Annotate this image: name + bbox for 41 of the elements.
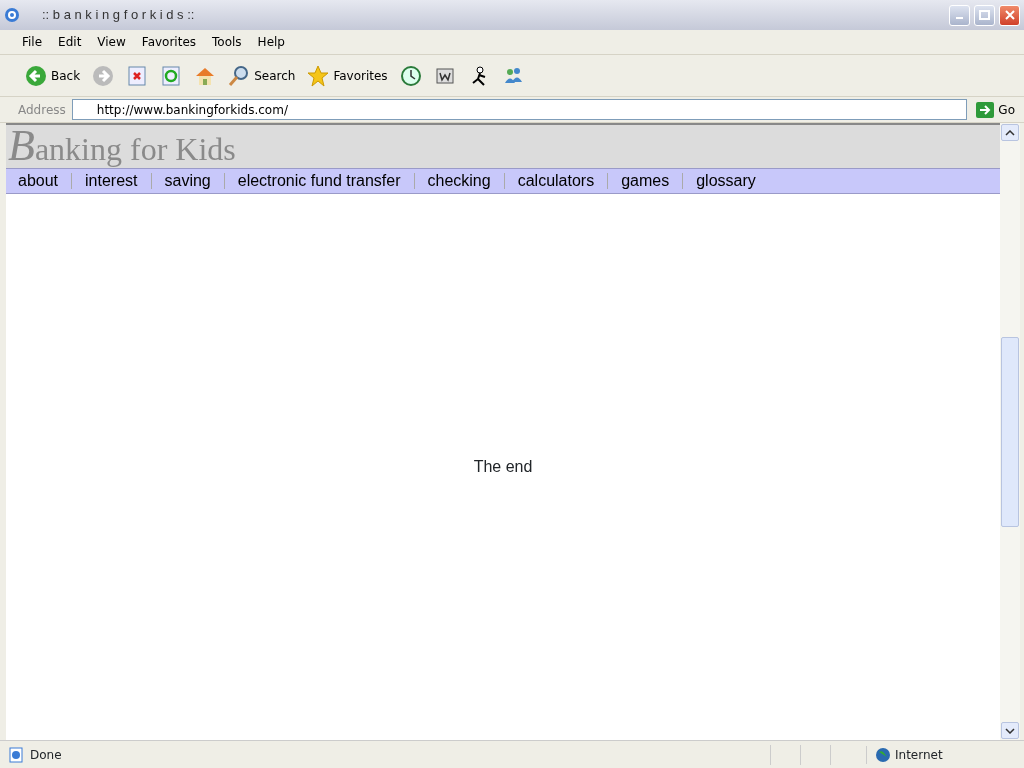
history-clock-icon — [399, 64, 422, 87]
nav-link[interactable]: games — [615, 169, 676, 193]
address-label: Address — [18, 101, 66, 119]
menu-item[interactable]: Favorites — [135, 33, 203, 51]
close-button[interactable] — [999, 4, 1020, 26]
search-icon — [228, 64, 251, 87]
back-button[interactable]: Back — [22, 62, 84, 89]
window-title: :: b a n k i n g f o r k i d s :: — [42, 6, 195, 25]
scrollbar[interactable] — [1000, 123, 1020, 740]
body-text: The end — [473, 457, 533, 477]
nav-link[interactable]: saving — [158, 169, 217, 193]
nav-link[interactable]: about — [12, 169, 65, 193]
stop-icon — [126, 64, 149, 87]
address-field[interactable]: http://www.bankingforkids.com/ — [71, 99, 968, 120]
go-button[interactable]: Go — [973, 98, 1018, 121]
nav-link[interactable]: glossary — [690, 169, 762, 193]
status-text: Done — [30, 746, 62, 764]
star-icon — [307, 64, 330, 87]
scroll-down-button[interactable] — [1001, 722, 1019, 739]
site-logo: Banking for Kids — [8, 124, 236, 168]
nav-link[interactable]: interest — [79, 169, 144, 193]
refresh-icon — [160, 64, 183, 87]
browser-icon — [4, 7, 20, 23]
menu-item[interactable]: File — [16, 33, 49, 51]
security-zone: Internet — [895, 746, 943, 764]
favorites-button[interactable]: Favorites — [304, 62, 391, 89]
nav-link[interactable]: electronic fund transfer — [231, 169, 407, 193]
search-button[interactable]: Search — [225, 62, 299, 89]
chevron-down-icon — [1005, 727, 1015, 734]
maximize-icon — [979, 10, 990, 20]
scroll-up-button[interactable] — [1001, 124, 1019, 141]
page-icon — [8, 746, 24, 763]
menu-item[interactable]: Tools — [206, 33, 248, 51]
globe-icon — [875, 746, 891, 763]
close-icon — [1004, 10, 1015, 20]
nav-link[interactable]: calculators — [511, 169, 601, 193]
chevron-up-icon — [1005, 129, 1015, 136]
menu-item[interactable]: Help — [251, 33, 291, 51]
menu-item[interactable]: View — [91, 33, 132, 51]
menu-item[interactable]: Edit — [52, 33, 88, 51]
nav-link[interactable]: checking — [421, 169, 497, 193]
